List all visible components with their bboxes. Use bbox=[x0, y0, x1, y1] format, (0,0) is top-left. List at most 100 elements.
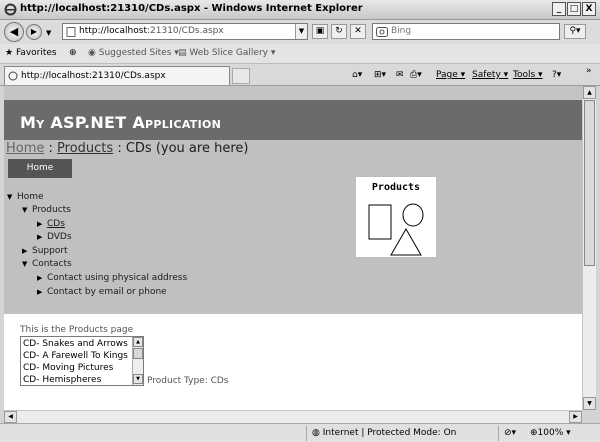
page-viewport: My ASP.NET Application Home : Products :… bbox=[4, 86, 582, 423]
url-host: http://localhost bbox=[79, 26, 147, 36]
breadcrumb-sep: : bbox=[113, 141, 126, 156]
breadcrumb-home-link[interactable]: Home bbox=[6, 141, 44, 156]
tree-node-support[interactable]: ▶ Support bbox=[22, 246, 68, 256]
status-divider bbox=[498, 426, 499, 441]
expand-right-icon[interactable]: ▶ bbox=[37, 220, 47, 228]
breadcrumb: Home : Products : CDs (you are here) bbox=[6, 141, 248, 156]
list-item[interactable]: CD- Snakes and Arrows bbox=[23, 339, 128, 349]
expand-right-icon[interactable]: ▶ bbox=[22, 247, 32, 255]
tree-label: Products bbox=[32, 205, 71, 215]
search-input[interactable]: Bing bbox=[372, 23, 560, 40]
scroll-up-icon[interactable]: ▲ bbox=[133, 337, 143, 347]
url-path: :21310/CDs.aspx bbox=[146, 26, 224, 36]
tree-node-products[interactable]: ▼ Products bbox=[22, 205, 71, 215]
title-bar: http://localhost:21310/CDs.aspx - Window… bbox=[0, 0, 600, 20]
address-bar[interactable]: http://localhost:21310/CDs.aspx ▼ bbox=[62, 23, 308, 40]
zone-label: Internet | Protected Mode: On bbox=[322, 428, 457, 438]
zoom-control[interactable]: ⊕100% ▾ bbox=[530, 428, 571, 438]
menu-home-button[interactable]: Home bbox=[8, 159, 72, 178]
tools-menu[interactable]: Tools ▾ bbox=[513, 70, 543, 80]
tree-node-contact-email[interactable]: ▶ Contact by email or phone bbox=[37, 287, 167, 297]
tree-node-cds[interactable]: ▶ CDs bbox=[37, 219, 65, 229]
scroll-up-icon[interactable]: ▲ bbox=[583, 86, 596, 99]
search-button-icon[interactable]: ⚲▾ bbox=[564, 24, 586, 39]
print-icon[interactable]: ⎙▾ bbox=[410, 70, 422, 80]
scroll-down-icon[interactable]: ▼ bbox=[583, 397, 596, 410]
compatibility-view-icon[interactable]: ▣ bbox=[312, 24, 328, 39]
page-top-stripe bbox=[4, 86, 582, 100]
suggested-sites-link[interactable]: ◉ Suggested Sites ▾ bbox=[88, 48, 179, 58]
scroll-left-icon[interactable]: ◀ bbox=[4, 411, 17, 423]
scroll-right-icon[interactable]: ▶ bbox=[569, 411, 582, 423]
minimize-button[interactable]: _ bbox=[552, 2, 566, 16]
expand-down-icon[interactable]: ▼ bbox=[7, 193, 17, 201]
zoom-icon: ⊕ bbox=[530, 428, 538, 438]
expand-right-icon[interactable]: ▶ bbox=[37, 274, 47, 282]
tree-label: DVDs bbox=[47, 232, 72, 242]
tree-node-contacts[interactable]: ▼ Contacts bbox=[22, 259, 72, 269]
list-item[interactable]: CD- Hemispheres bbox=[23, 375, 101, 385]
suggested-sites-icon: ◉ bbox=[88, 48, 96, 58]
star-icon: ★ bbox=[5, 48, 14, 58]
chevron-more-icon[interactable]: » bbox=[586, 66, 592, 76]
ie-logo-icon bbox=[4, 3, 17, 16]
listbox-scroll-thumb[interactable] bbox=[133, 348, 143, 359]
expand-right-icon[interactable]: ▶ bbox=[37, 233, 47, 241]
expand-down-icon[interactable]: ▼ bbox=[22, 206, 32, 214]
tree-node-dvds[interactable]: ▶ DVDs bbox=[37, 232, 72, 242]
tab-bar: http://localhost:21310/CDs.aspx ⌂▾ ⊞▾ ✉ … bbox=[0, 64, 600, 86]
status-bar: ◍ Internet | Protected Mode: On ⊘▾ ⊕100%… bbox=[0, 423, 600, 442]
list-item[interactable]: CD- Moving Pictures bbox=[23, 363, 113, 373]
app-title: My ASP.NET Application bbox=[20, 113, 222, 132]
zoom-value: 100% bbox=[537, 428, 564, 438]
favorites-bar: ★ Favorites ⊕ ◉ Suggested Sites ▾ ▤ Web … bbox=[0, 44, 600, 64]
breadcrumb-products-link[interactable]: Products bbox=[57, 141, 113, 156]
protected-mode-icon[interactable]: ⊘▾ bbox=[504, 428, 516, 438]
vertical-scrollbar[interactable]: ▲ ▼ bbox=[582, 86, 596, 410]
security-zone[interactable]: ◍ Internet | Protected Mode: On bbox=[312, 428, 456, 438]
help-menu-icon[interactable]: ?▾ bbox=[552, 70, 561, 80]
tree-node-contact-address[interactable]: ▶ Contact using physical address bbox=[37, 273, 187, 283]
back-button[interactable]: ◀ bbox=[4, 22, 24, 42]
tab-active[interactable]: http://localhost:21310/CDs.aspx bbox=[4, 66, 230, 85]
suggested-sites-label: Suggested Sites ▾ bbox=[98, 48, 179, 58]
new-tab-button[interactable] bbox=[232, 68, 250, 84]
products-image: Products bbox=[355, 176, 437, 258]
refresh-icon[interactable]: ↻ bbox=[331, 24, 347, 39]
favorites-button[interactable]: ★ Favorites bbox=[5, 48, 57, 58]
list-item[interactable]: CD- A Farewell To Kings bbox=[23, 351, 128, 361]
favorites-label: Favorites bbox=[15, 48, 57, 58]
expand-down-icon[interactable]: ▼ bbox=[22, 260, 32, 268]
shapes-illustration bbox=[368, 203, 424, 256]
tree-label: Contacts bbox=[32, 259, 72, 269]
status-divider bbox=[306, 426, 307, 441]
page-menu[interactable]: Page ▾ bbox=[436, 70, 465, 80]
products-content: This is the Products page CD- Snakes and… bbox=[4, 314, 582, 423]
maximize-button[interactable]: □ bbox=[567, 2, 581, 16]
history-dropdown-icon[interactable]: ▼ bbox=[46, 29, 51, 37]
expand-right-icon[interactable]: ▶ bbox=[37, 288, 47, 296]
scroll-down-icon[interactable]: ▼ bbox=[133, 374, 143, 384]
tree-label: Contact by email or phone bbox=[47, 287, 167, 297]
products-image-caption: Products bbox=[371, 182, 421, 193]
tree-label: Support bbox=[32, 246, 68, 256]
address-row: ◀ ▶ ▼ http://localhost:21310/CDs.aspx ▼ … bbox=[0, 20, 600, 44]
home-icon[interactable]: ⌂▾ bbox=[352, 70, 362, 80]
address-dropdown-icon[interactable]: ▼ bbox=[295, 24, 307, 39]
scroll-thumb[interactable] bbox=[584, 100, 595, 266]
add-favorite-icon[interactable]: ⊕ bbox=[69, 48, 77, 58]
forward-button[interactable]: ▶ bbox=[26, 24, 42, 40]
close-button[interactable]: X bbox=[582, 2, 596, 16]
tree-node-home[interactable]: ▼ Home bbox=[7, 192, 44, 202]
horizontal-scrollbar[interactable]: ◀ ▶ bbox=[4, 410, 582, 423]
mail-icon[interactable]: ✉ bbox=[396, 70, 404, 80]
stop-icon[interactable]: ✕ bbox=[350, 24, 366, 39]
product-type-label: Product Type: CDs bbox=[147, 376, 229, 386]
listbox-scrollbar[interactable]: ▲ ▼ bbox=[132, 337, 143, 385]
safety-menu[interactable]: Safety ▾ bbox=[472, 70, 508, 80]
feeds-icon[interactable]: ⊞▾ bbox=[374, 70, 386, 80]
web-slice-gallery-link[interactable]: ▤ Web Slice Gallery ▾ bbox=[178, 48, 275, 58]
cd-listbox[interactable]: CD- Snakes and Arrows CD- A Farewell To … bbox=[20, 336, 144, 386]
site-header: My ASP.NET Application bbox=[4, 100, 582, 140]
chevron-down-icon: ▾ bbox=[563, 428, 571, 438]
